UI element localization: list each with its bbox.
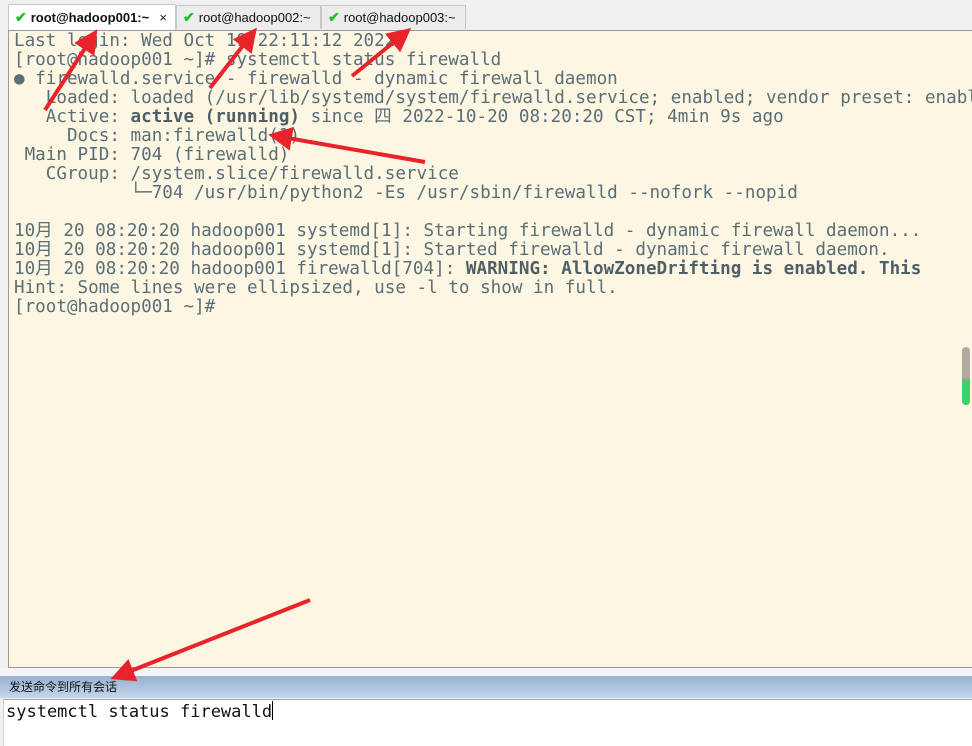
close-icon[interactable]: × [159,10,167,25]
tab-hadoop001[interactable]: ✔ root@hadoop001:~ × [8,4,176,30]
terminal-line: 10月 20 08:20:20 hadoop001 systemd[1]: St… [14,221,922,241]
terminal-line: 10月 20 08:20:20 hadoop001 firewalld[704]… [14,260,972,279]
terminal-line: Last login: Wed Oct 19 22:11:12 2022 [14,31,396,51]
text-caret [272,701,274,720]
check-icon: ✔ [328,9,340,25]
terminal-line: Main PID: 704 (firewalld) [14,145,290,165]
tab-label: root@hadoop003:~ [343,10,456,25]
terminal-text: WARNING: AllowZoneDrifting is enabled. T… [465,259,922,279]
terminal-line: [root@hadoop001 ~]# systemctl status fir… [14,50,502,70]
terminal-line: Hint: Some lines were ellipsized, use -l… [14,278,618,298]
scrollbar[interactable] [962,347,970,405]
terminal-line: 10月 20 08:20:20 hadoop001 systemd[1]: St… [14,240,890,260]
terminal-line: Active: active (running) since 四 2022-10… [14,108,972,127]
terminal-line: └─704 /usr/bin/python2 -Es /usr/sbin/fir… [14,183,798,203]
terminal-line: Loaded: loaded (/usr/lib/systemd/system/… [14,88,972,108]
tab-label: root@hadoop002:~ [198,10,311,25]
terminal-line: ● firewalld.service - firewalld - dynami… [14,69,618,89]
check-icon: ✔ [183,9,195,25]
terminal-line: Docs: man:firewalld(1) [14,126,300,146]
command-input[interactable]: systemctl status firewalld [3,699,972,746]
tab-hadoop002[interactable]: ✔ root@hadoop002:~ [176,5,321,29]
terminal-output[interactable]: Last login: Wed Oct 19 22:11:12 2022 [roo… [8,30,972,668]
tab-hadoop003[interactable]: ✔ root@hadoop003:~ [321,5,466,29]
terminal-text: Active: [14,107,131,127]
scrollbar-thumb[interactable] [962,378,970,405]
terminal-line: [root@hadoop001 ~]# [14,297,216,317]
terminal-text: active (running) [130,107,301,127]
divider [0,668,972,676]
terminal-lines: Last login: Wed Oct 19 22:11:12 2022 [roo… [14,32,972,317]
send-to-all-sessions-bar: 发送命令到所有会话 [0,676,972,698]
tab-label: root@hadoop001:~ [30,10,150,25]
terminal-text: since 四 2022-10-20 08:20:20 CST; 4min 9s… [300,107,784,127]
terminal-text: 10月 20 08:20:20 hadoop001 firewalld[704]… [14,259,466,279]
session-tab-bar: ✔ root@hadoop001:~ × ✔ root@hadoop002:~ … [0,0,972,30]
command-input-value: systemctl status firewalld [6,702,273,722]
terminal-line: CGroup: /system.slice/firewalld.service [14,164,459,184]
check-icon: ✔ [15,9,27,25]
